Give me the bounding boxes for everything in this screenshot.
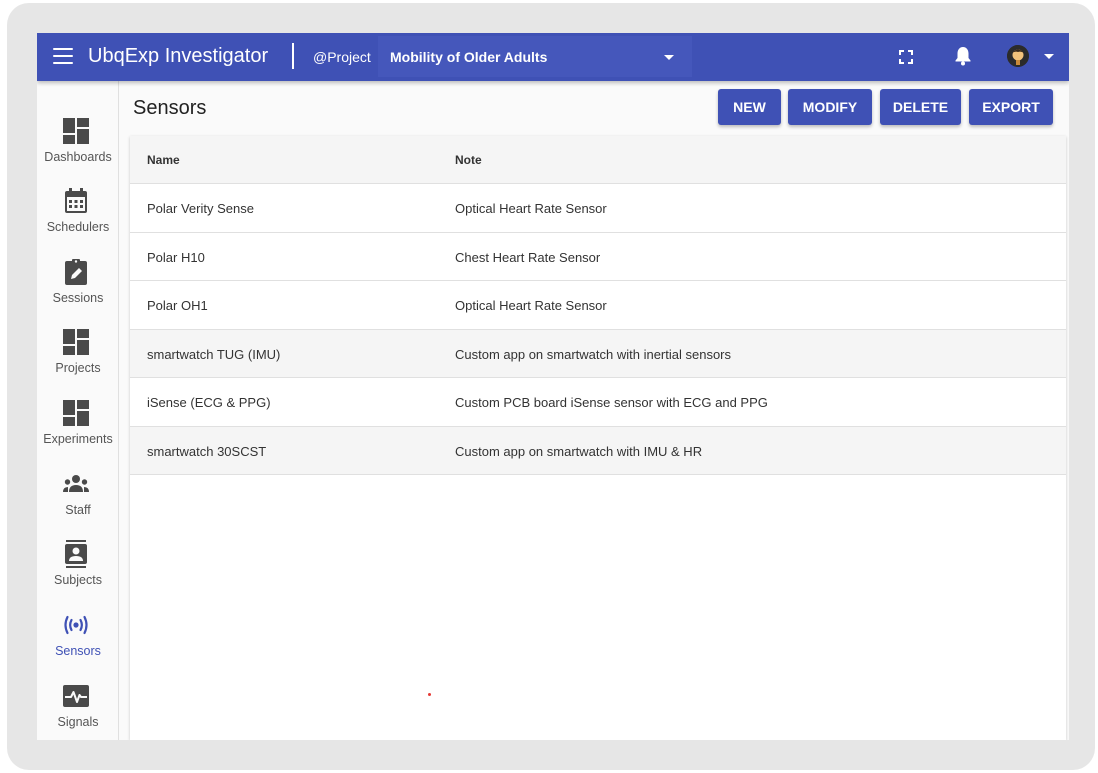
- table-header: Name Note: [130, 136, 1066, 184]
- sidebar-item-experiments[interactable]: Experiments: [37, 399, 119, 465]
- cell-note: Optical Heart Rate Sensor: [455, 298, 607, 313]
- new-button[interactable]: NEW: [718, 89, 781, 125]
- table-row[interactable]: smartwatch TUG (IMU) Custom app on smart…: [130, 329, 1066, 378]
- sidebar-item-label: Sessions: [52, 291, 104, 305]
- page-title: Sensors: [133, 97, 207, 119]
- sidebar-item-label: Subjects: [54, 573, 102, 587]
- sidebar-item-schedulers[interactable]: Schedulers: [37, 187, 119, 253]
- clipboard-edit-icon: [65, 259, 87, 285]
- dashboard-icon: [63, 329, 89, 355]
- menu-icon[interactable]: [53, 48, 73, 66]
- sidebar-item-label: Signals: [57, 715, 99, 729]
- app-window: UbqExp Investigator @Project Mobility of…: [37, 33, 1069, 740]
- sidebar-item-label: Projects: [55, 361, 101, 375]
- cell-name: iSense (ECG & PPG): [147, 395, 271, 410]
- cell-note: Custom app on smartwatch with inertial s…: [455, 346, 732, 362]
- sidebar-item-label: Staff: [65, 503, 91, 517]
- app-title: UbqExp Investigator: [88, 45, 269, 67]
- sidebar-item-subjects[interactable]: Subjects: [37, 540, 119, 606]
- dashboard-icon: [63, 118, 89, 144]
- avatar-image: [1007, 45, 1029, 67]
- contact-icon: [65, 540, 87, 568]
- cell-name: smartwatch TUG (IMU): [147, 346, 281, 362]
- table-row[interactable]: smartwatch 30SCST Custom app on smartwat…: [130, 426, 1066, 475]
- sidebar-item-signals[interactable]: Signals: [37, 682, 119, 740]
- app-bar: UbqExp Investigator @Project Mobility of…: [37, 33, 1069, 81]
- sidebar-item-label: Schedulers: [46, 220, 110, 234]
- project-select[interactable]: Mobility of Older Adults: [378, 36, 692, 77]
- cell-note: Optical Heart Rate Sensor: [455, 201, 607, 216]
- dashboard-icon: [63, 400, 89, 426]
- sensors-table: Name Note Polar Verity Sense Optical Hea…: [130, 136, 1066, 740]
- cell-name: Polar H10: [147, 249, 205, 265]
- project-select-value: Mobility of Older Adults: [390, 49, 548, 65]
- sidebar-item-projects[interactable]: Projects: [37, 328, 119, 394]
- cell-note: Custom app on smartwatch with IMU & HR: [455, 443, 703, 459]
- sidebar-item-label: Sensors: [55, 644, 101, 658]
- column-header-name[interactable]: Name: [147, 153, 180, 167]
- title-divider: [292, 43, 294, 69]
- group-icon: [63, 475, 89, 492]
- bell-icon[interactable]: [954, 46, 972, 66]
- project-label: @Project: [313, 49, 371, 65]
- sidebar-item-staff[interactable]: Staff: [37, 470, 119, 536]
- chevron-down-icon: [664, 55, 674, 60]
- delete-button[interactable]: DELETE: [880, 89, 961, 125]
- export-button[interactable]: EXPORT: [969, 89, 1053, 125]
- sidebar-item-sensors[interactable]: Sensors: [37, 611, 119, 677]
- cursor-dot: [428, 693, 431, 696]
- sidebar-item-label: Experiments: [43, 432, 113, 446]
- sensors-icon: [64, 615, 88, 635]
- sidebar-item-label: Dashboards: [44, 150, 112, 164]
- cell-name: smartwatch 30SCST: [147, 443, 267, 459]
- cell-name: Polar Verity Sense: [147, 201, 254, 216]
- avatar-menu-caret-icon[interactable]: [1044, 54, 1054, 59]
- sidebar-item-dashboards[interactable]: Dashboards: [37, 117, 119, 183]
- modify-button[interactable]: MODIFY: [788, 89, 872, 125]
- avatar[interactable]: [1007, 45, 1029, 67]
- table-row[interactable]: Polar H10 Chest Heart Rate Sensor: [130, 232, 1066, 281]
- cell-note: Custom PCB board iSense sensor with ECG …: [455, 395, 768, 410]
- sidebar-item-sessions[interactable]: Sessions: [37, 258, 119, 324]
- sidebar: Dashboards Schedulers Sessions Projects …: [37, 81, 119, 740]
- column-header-note[interactable]: Note: [455, 153, 482, 167]
- cell-note: Chest Heart Rate Sensor: [455, 249, 601, 265]
- fullscreen-icon[interactable]: [899, 50, 913, 64]
- calendar-icon: [65, 188, 87, 213]
- table-row[interactable]: iSense (ECG & PPG) Custom PCB board iSen…: [130, 378, 1066, 427]
- signal-icon: [63, 685, 89, 707]
- table-row[interactable]: Polar OH1 Optical Heart Rate Sensor: [130, 281, 1066, 330]
- cell-name: Polar OH1: [147, 298, 208, 313]
- table-row[interactable]: Polar Verity Sense Optical Heart Rate Se…: [130, 184, 1066, 233]
